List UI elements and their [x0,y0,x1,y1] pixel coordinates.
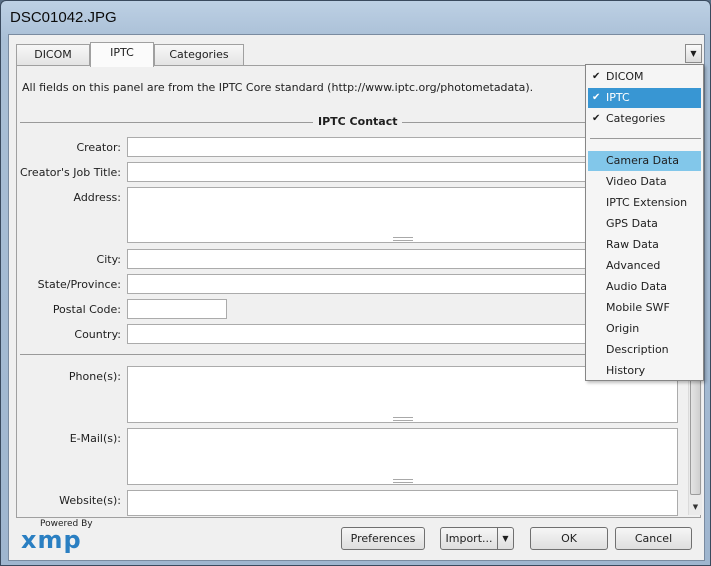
menu-item-label: IPTC [606,91,630,104]
scroll-thumb[interactable] [690,365,701,495]
menu-separator [590,138,701,139]
menu-item-label: Categories [606,112,666,125]
email-field[interactable] [127,428,678,485]
menu-item-raw-data[interactable]: Raw Data [588,235,701,255]
website-label: Website(s): [59,494,121,507]
panel-scrollbar[interactable]: ▼ [688,365,702,515]
menu-item-iptc[interactable]: ✔ IPTC [588,88,701,108]
panel-note: All fields on this panel are from the IP… [22,81,534,94]
menu-item-camera-data[interactable]: Camera Data [588,151,701,171]
menu-item-gps-data[interactable]: GPS Data [588,214,701,234]
menu-item-audio-data[interactable]: Audio Data [588,277,701,297]
check-icon: ✔ [592,113,601,124]
website-field[interactable] [127,490,678,516]
email-resize-grip[interactable] [393,479,413,483]
window-title: DSC01042.JPG [10,9,117,26]
country-label: Country: [74,328,121,341]
address-label: Address: [73,191,121,204]
xmp-logo-text: xmp [21,526,82,554]
import-button[interactable]: Import... [440,527,498,550]
menu-item-advanced[interactable]: Advanced [588,256,701,276]
panel-menu-button[interactable]: ▼ [685,44,702,63]
preferences-button[interactable]: Preferences [341,527,425,550]
menu-item-video-data[interactable]: Video Data [588,172,701,192]
dialog-window: DSC01042.JPG DICOM IPTC Categories ▼ All… [0,0,711,566]
job-title-label: Creator's Job Title: [19,166,121,179]
phone-resize-grip[interactable] [393,417,413,421]
import-dropdown-arrow-icon[interactable]: ▼ [497,527,514,550]
cancel-button[interactable]: Cancel [615,527,692,550]
menu-item-dicom[interactable]: ✔ DICOM [588,67,701,87]
menu-item-description[interactable]: Description [588,340,701,360]
menu-item-history[interactable]: History [588,361,701,381]
check-icon: ✔ [592,92,601,103]
menu-item-iptc-extension[interactable]: IPTC Extension [588,193,701,213]
dialog-client-area: DICOM IPTC Categories ▼ All fields on th… [8,34,705,561]
city-label: City: [96,253,121,266]
tab-categories[interactable]: Categories [154,44,244,66]
scroll-down-arrow-icon[interactable]: ▼ [689,501,702,514]
email-label: E-Mail(s): [69,432,121,445]
tab-iptc[interactable]: IPTC [90,42,154,67]
tab-dicom[interactable]: DICOM [16,44,90,66]
panel-menu: ✔ DICOM ✔ IPTC Categories ✔ Categories C… [585,64,704,381]
postal-code-field[interactable] [127,299,227,319]
menu-item-mobile-swf[interactable]: Mobile SWF [588,298,701,318]
menu-item-categories[interactable]: Categories ✔ Categories [588,109,701,129]
section-title: IPTC Contact [313,115,403,128]
check-icon: ✔ [592,71,601,82]
address-resize-grip[interactable] [393,237,413,241]
menu-item-label: DICOM [606,70,644,83]
postal-code-label: Postal Code: [52,303,121,316]
menu-item-origin[interactable]: Origin [588,319,701,339]
phone-label: Phone(s): [68,370,121,383]
creator-label: Creator: [76,141,121,154]
state-label: State/Province: [37,278,121,291]
xmp-logo: Powered By xmp [21,519,93,554]
ok-button[interactable]: OK [530,527,608,550]
